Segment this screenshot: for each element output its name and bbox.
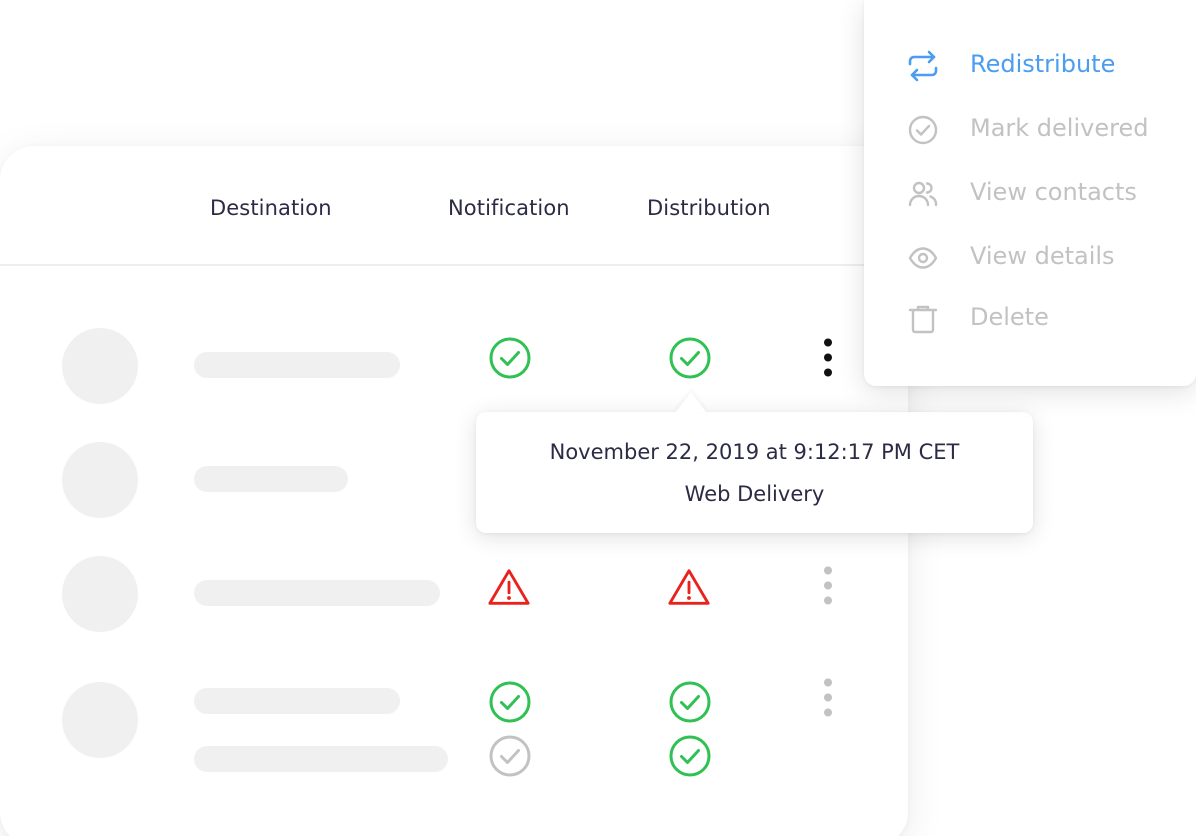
menu-item-view-details[interactable]: View details (864, 232, 1196, 282)
column-header-destination[interactable]: Destination (210, 196, 332, 220)
menu-item-label: View contacts (970, 178, 1137, 206)
destination-name-placeholder (194, 688, 400, 714)
more-options-icon[interactable] (818, 678, 838, 718)
eye-icon (908, 247, 938, 269)
destination-name-placeholder (194, 352, 400, 378)
page: Destination Notification Distribution No… (0, 0, 1196, 836)
header-divider (0, 264, 908, 266)
menu-item-label: Mark delivered (970, 114, 1149, 142)
check-circle-icon (908, 115, 938, 145)
menu-item-delete[interactable]: Delete (864, 293, 1196, 343)
row-context-menu: Redistribute Mark delivered View contact… (864, 0, 1196, 386)
menu-item-label: Delete (970, 303, 1049, 331)
delivery-tooltip: November 22, 2019 at 9:12:17 PM CET Web … (476, 412, 1033, 533)
column-header-notification[interactable]: Notification (448, 196, 570, 220)
more-options-icon[interactable] (818, 566, 838, 606)
warning-icon (668, 569, 710, 605)
menu-item-mark-delivered[interactable]: Mark delivered (864, 104, 1196, 154)
menu-item-label: Redistribute (970, 50, 1116, 78)
destination-name-placeholder (194, 746, 448, 772)
trash-icon (908, 305, 938, 334)
avatar-placeholder (62, 442, 138, 518)
menu-item-label: View details (970, 242, 1115, 270)
destination-name-placeholder (194, 580, 440, 606)
redistribute-icon (908, 50, 938, 82)
more-options-icon[interactable] (818, 338, 838, 378)
avatar-placeholder (62, 328, 138, 404)
warning-icon (488, 569, 530, 605)
menu-item-redistribute[interactable]: Redistribute (864, 40, 1196, 90)
column-header-distribution[interactable]: Distribution (647, 196, 771, 220)
check-circle-icon (669, 735, 711, 777)
avatar-placeholder (62, 682, 138, 758)
check-circle-icon (669, 337, 711, 379)
check-circle-icon (489, 337, 531, 379)
menu-item-view-contacts[interactable]: View contacts (864, 168, 1196, 218)
tooltip-timestamp: November 22, 2019 at 9:12:17 PM CET (549, 440, 960, 464)
check-circle-icon (669, 681, 711, 723)
check-circle-pending-icon (489, 735, 531, 777)
avatar-placeholder (62, 556, 138, 632)
destination-name-placeholder (194, 466, 348, 492)
contacts-icon (908, 181, 938, 207)
tooltip-delivery-method: Web Delivery (684, 482, 825, 506)
check-circle-icon (489, 681, 531, 723)
tooltip-pointer (675, 392, 707, 413)
